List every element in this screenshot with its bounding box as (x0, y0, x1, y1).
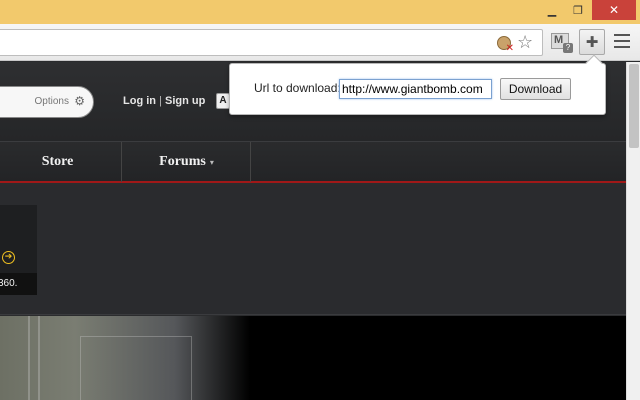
hamburger-line (614, 46, 630, 48)
nav-item-store[interactable]: Store (0, 142, 122, 182)
address-bar[interactable]: ✕ ☆ (0, 29, 543, 56)
image-stripe (38, 316, 40, 400)
puzzle-icon: ✚ (585, 33, 599, 51)
gmail-letter: M (554, 34, 564, 46)
bookmark-star-icon[interactable]: ☆ (517, 32, 533, 53)
hero-banner (0, 316, 626, 400)
card-caption: 360. (0, 273, 37, 295)
cookie-blocked-icon[interactable]: ✕ (497, 36, 514, 54)
gmail-badge: ? (563, 43, 573, 53)
nav-forums-label: Forums (159, 154, 206, 169)
nav-store-label: Store (41, 154, 74, 169)
hamburger-line (614, 40, 630, 42)
minimize-button[interactable]: ▁ (540, 0, 564, 20)
search-options-link[interactable]: Options (35, 96, 69, 107)
featured-strip: ➔ 360. (0, 185, 626, 315)
vertical-scrollbar[interactable] (626, 62, 640, 400)
url-label: Url to download: (254, 81, 341, 95)
chrome-menu-button[interactable] (614, 34, 630, 48)
hero-image (0, 316, 250, 400)
browser-window: ▁ ❐ ✕ ✕ ☆ M ? ✚ Options ⚙ Log in | Sign … (0, 0, 640, 400)
hamburger-line (614, 34, 630, 36)
auth-links: Log in | Sign up (123, 95, 205, 107)
blocked-x-icon: ✕ (505, 43, 514, 54)
url-input[interactable] (339, 79, 492, 99)
gmail-checker-icon[interactable]: M ? (551, 33, 573, 53)
nav-item-forums[interactable]: Forums ▾ (123, 142, 251, 182)
image-stripe (28, 316, 30, 400)
signup-link[interactable]: Sign up (165, 95, 205, 107)
site-nav: Store Forums ▾ (0, 141, 626, 183)
arrow-right-icon[interactable]: ➔ (2, 251, 15, 264)
gear-icon[interactable]: ⚙ (74, 94, 85, 108)
extension-popup: Url to download: Download (229, 54, 606, 115)
account-button[interactable]: A (216, 93, 230, 109)
site-search-input[interactable]: Options ⚙ (0, 86, 94, 118)
extension-puzzle-button[interactable]: ✚ (579, 29, 605, 55)
chevron-down-icon: ▾ (209, 157, 214, 167)
login-link[interactable]: Log in (123, 95, 156, 107)
maximize-button[interactable]: ❐ (566, 0, 590, 20)
close-window-button[interactable]: ✕ (592, 0, 636, 20)
download-button[interactable]: Download (500, 78, 571, 100)
auth-separator: | (156, 95, 165, 107)
image-frame (80, 336, 192, 400)
featured-card[interactable]: ➔ 360. (0, 205, 37, 295)
window-titlebar: ▁ ❐ ✕ (0, 0, 640, 24)
browser-toolbar: ✕ ☆ M ? ✚ (0, 24, 640, 61)
scrollbar-thumb[interactable] (629, 64, 639, 148)
